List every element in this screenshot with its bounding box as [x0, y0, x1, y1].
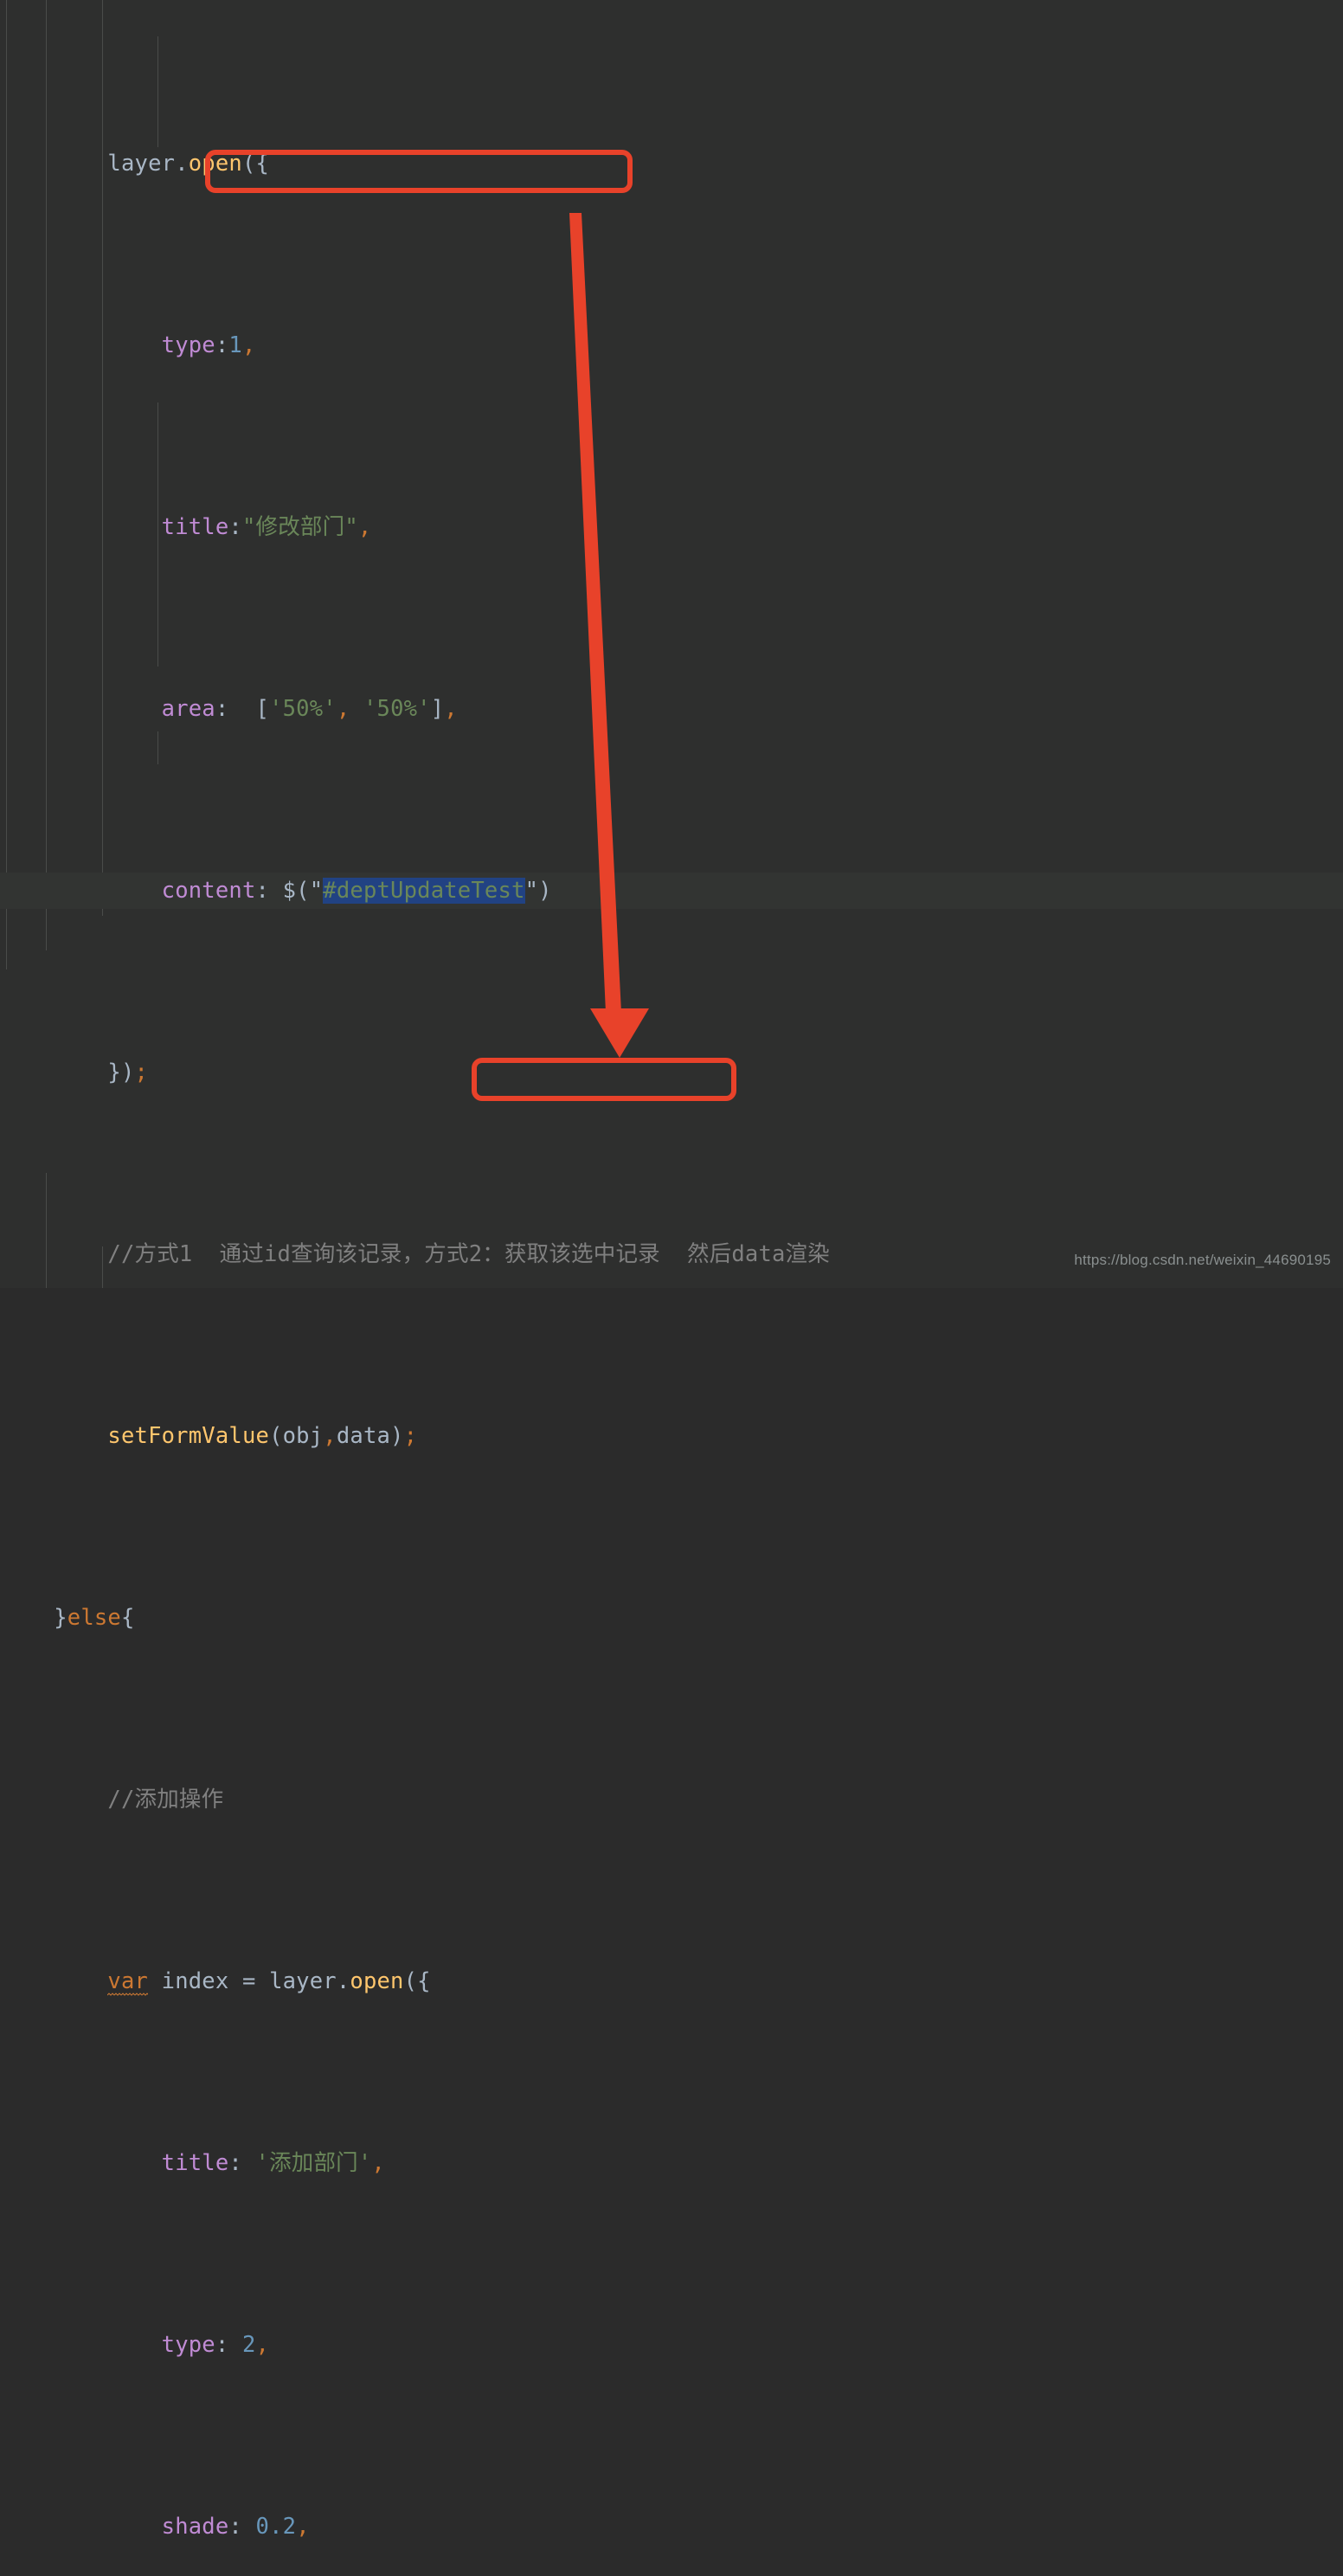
code-line[interactable]: }else{ — [0, 1600, 1343, 1636]
code-editor-pane[interactable]: layer.open({ type:1, title:"修改部门", area:… — [0, 0, 1343, 2540]
token-open: open — [350, 1968, 404, 1994]
token-title-value: "修改部门" — [241, 514, 358, 540]
token-shade-key: shade — [161, 2514, 229, 2540]
code-line[interactable]: type:1, — [0, 327, 1343, 364]
code-text-area[interactable]: layer.open({ type:1, title:"修改部门", area:… — [0, 0, 1343, 2576]
code-line[interactable]: //添加操作 — [0, 1781, 1343, 1818]
code-line-current[interactable]: content: $("#deptUpdateTest") — [0, 873, 1343, 909]
token-title-key: title — [161, 514, 229, 540]
token-selected-selector: #deptUpdateTest — [323, 878, 525, 904]
token-title-add-value: '添加部门' — [255, 2150, 372, 2176]
code-line[interactable]: var index = layer.open({ — [0, 1963, 1343, 2000]
code-line[interactable]: title: '添加部门', — [0, 2145, 1343, 2181]
code-line[interactable]: title:"修改部门", — [0, 509, 1343, 545]
code-line[interactable]: setFormValue(obj,data); — [0, 1418, 1343, 1454]
token-setformvalue: setFormValue — [107, 1423, 270, 1449]
token-layer: layer — [107, 151, 176, 177]
code-line[interactable]: area: ['50%', '50%'], — [0, 691, 1343, 727]
token-number: 1 — [228, 332, 242, 358]
token-var: var — [107, 1968, 149, 1996]
watermark: https://blog.csdn.net/weixin_44690195 — [1074, 1252, 1331, 1268]
token-title-key: title — [161, 2150, 229, 2176]
token-type-key: type — [161, 2332, 215, 2358]
token-content-key: content — [161, 878, 256, 904]
token-else: else — [67, 1605, 121, 1631]
token-number: 0.2 — [255, 2514, 297, 2540]
token-comment: //方式1 通过id查询该记录，方式2：获取该选中记录 然后data渲染 — [107, 1241, 830, 1267]
token-open: open — [188, 151, 242, 177]
token-comment: //添加操作 — [107, 1787, 224, 1813]
code-line[interactable]: layer.open({ — [0, 145, 1343, 182]
token-area-key: area — [161, 696, 215, 722]
code-line[interactable]: shade: 0.2, — [0, 2508, 1343, 2545]
token-type-key: type — [161, 332, 215, 358]
token-number: 2 — [241, 2332, 256, 2358]
code-line[interactable]: }); — [0, 1054, 1343, 1091]
code-line[interactable]: type: 2, — [0, 2327, 1343, 2363]
